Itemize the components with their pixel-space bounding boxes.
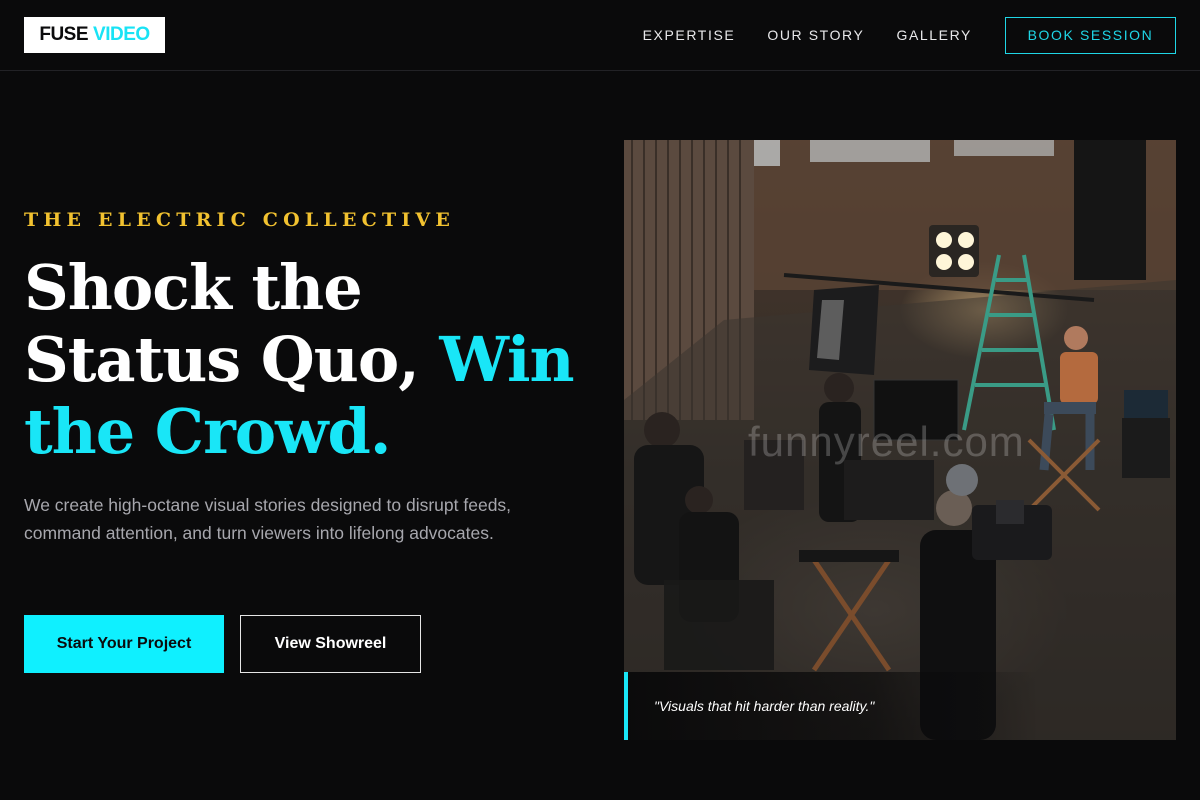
image-watermark: funnyreel.com	[748, 418, 1025, 465]
logo-text-primary: FUSE	[39, 24, 89, 45]
hero-description: We create high-octane visual stories des…	[24, 495, 512, 543]
logo-text-accent: VIDEO	[93, 24, 150, 45]
start-project-button[interactable]: Start Your Project	[24, 615, 224, 673]
landing-page: FUSE VIDEO EXPERTISE OUR STORY GALLERY B…	[0, 0, 1200, 800]
nav-link-gallery[interactable]: GALLERY	[896, 27, 972, 43]
hero-eyebrow: THE ELECTRIC COLLECTIVE	[24, 209, 456, 231]
main-nav: EXPERTISE OUR STORY GALLERY BOOK SESSION	[611, 16, 1176, 54]
nav-link-our-story[interactable]: OUR STORY	[767, 27, 864, 43]
brand-logo[interactable]: FUSE VIDEO	[24, 17, 165, 53]
site-header: FUSE VIDEO EXPERTISE OUR STORY GALLERY B…	[0, 0, 1200, 71]
nav-link-expertise[interactable]: EXPERTISE	[643, 27, 736, 43]
headline-white-text: Shock the Status Quo,	[24, 251, 440, 396]
quote-text: "Visuals that hit harder than reality."	[654, 698, 875, 714]
book-session-button[interactable]: BOOK SESSION	[1005, 16, 1176, 54]
view-showreel-button[interactable]: View Showreel	[240, 615, 421, 673]
hero-photo: funnyreel.com "Visuals that hit harder t…	[624, 140, 1176, 740]
quote-overlay: "Visuals that hit harder than reality."	[624, 672, 1176, 740]
hero-headline: Shock the Status Quo, Win the Crowd.	[24, 252, 594, 468]
